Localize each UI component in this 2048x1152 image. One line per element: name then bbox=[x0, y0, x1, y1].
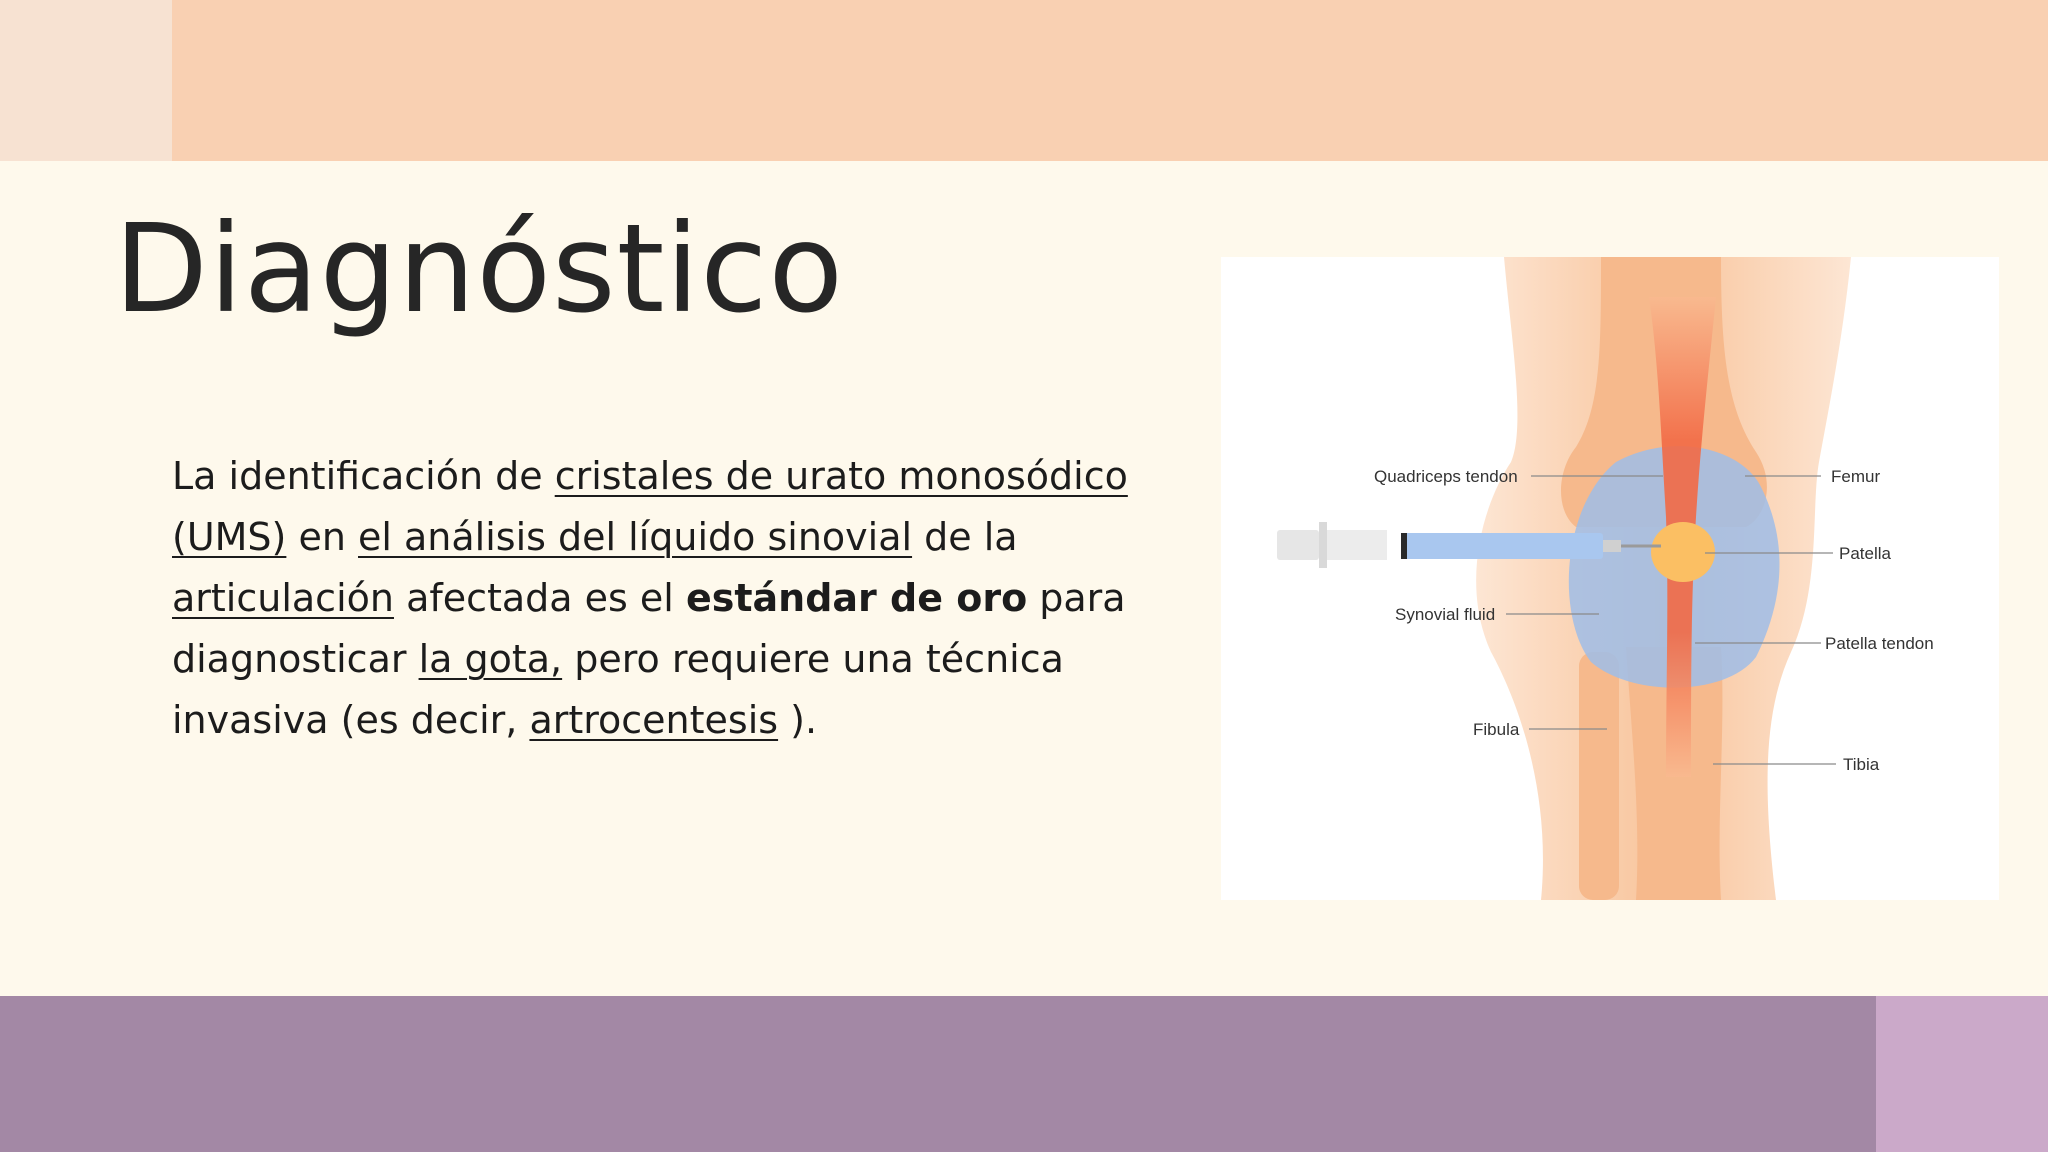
label-synovial-fluid: Synovial fluid bbox=[1395, 605, 1495, 624]
top-corner-block bbox=[0, 0, 172, 161]
bottom-corner-block bbox=[1876, 996, 2048, 1152]
knee-diagram: Quadriceps tendon Femur Patella Synovial… bbox=[1277, 257, 1934, 900]
top-decorative-band bbox=[172, 0, 2048, 161]
body-text-segment: de la bbox=[912, 515, 1018, 559]
body-text-segment: afectada es el bbox=[393, 576, 686, 620]
label-fibula: Fibula bbox=[1473, 720, 1520, 739]
label-quadriceps-tendon: Quadriceps tendon bbox=[1374, 467, 1518, 486]
body-paragraph: La identificación de cristales de urato … bbox=[172, 446, 1172, 751]
link-artrocentesis[interactable]: artrocentesis bbox=[529, 698, 778, 742]
bottom-decorative-band bbox=[0, 996, 1876, 1152]
body-text-segment: La identificación de bbox=[172, 454, 555, 498]
fibula-bone bbox=[1579, 652, 1619, 900]
link-la-gota[interactable]: la gota, bbox=[419, 637, 563, 681]
link-articulacion[interactable]: articulación bbox=[172, 576, 394, 620]
bold-estandar-de-oro: estándar de oro bbox=[685, 576, 1028, 620]
label-patella-tendon: Patella tendon bbox=[1825, 634, 1934, 653]
knee-arthrocentesis-illustration: Quadriceps tendon Femur Patella Synovial… bbox=[1221, 257, 1999, 900]
link-analisis-liquido-sinovial[interactable]: el análisis del líquido sinovial bbox=[358, 515, 912, 559]
patella-bone bbox=[1651, 522, 1715, 582]
body-text-segment: ). bbox=[778, 698, 818, 742]
label-tibia: Tibia bbox=[1843, 755, 1880, 774]
label-patella: Patella bbox=[1839, 544, 1892, 563]
body-text-segment: en bbox=[286, 515, 358, 559]
label-femur: Femur bbox=[1831, 467, 1880, 486]
slide-title: Diagnóstico bbox=[114, 198, 845, 340]
